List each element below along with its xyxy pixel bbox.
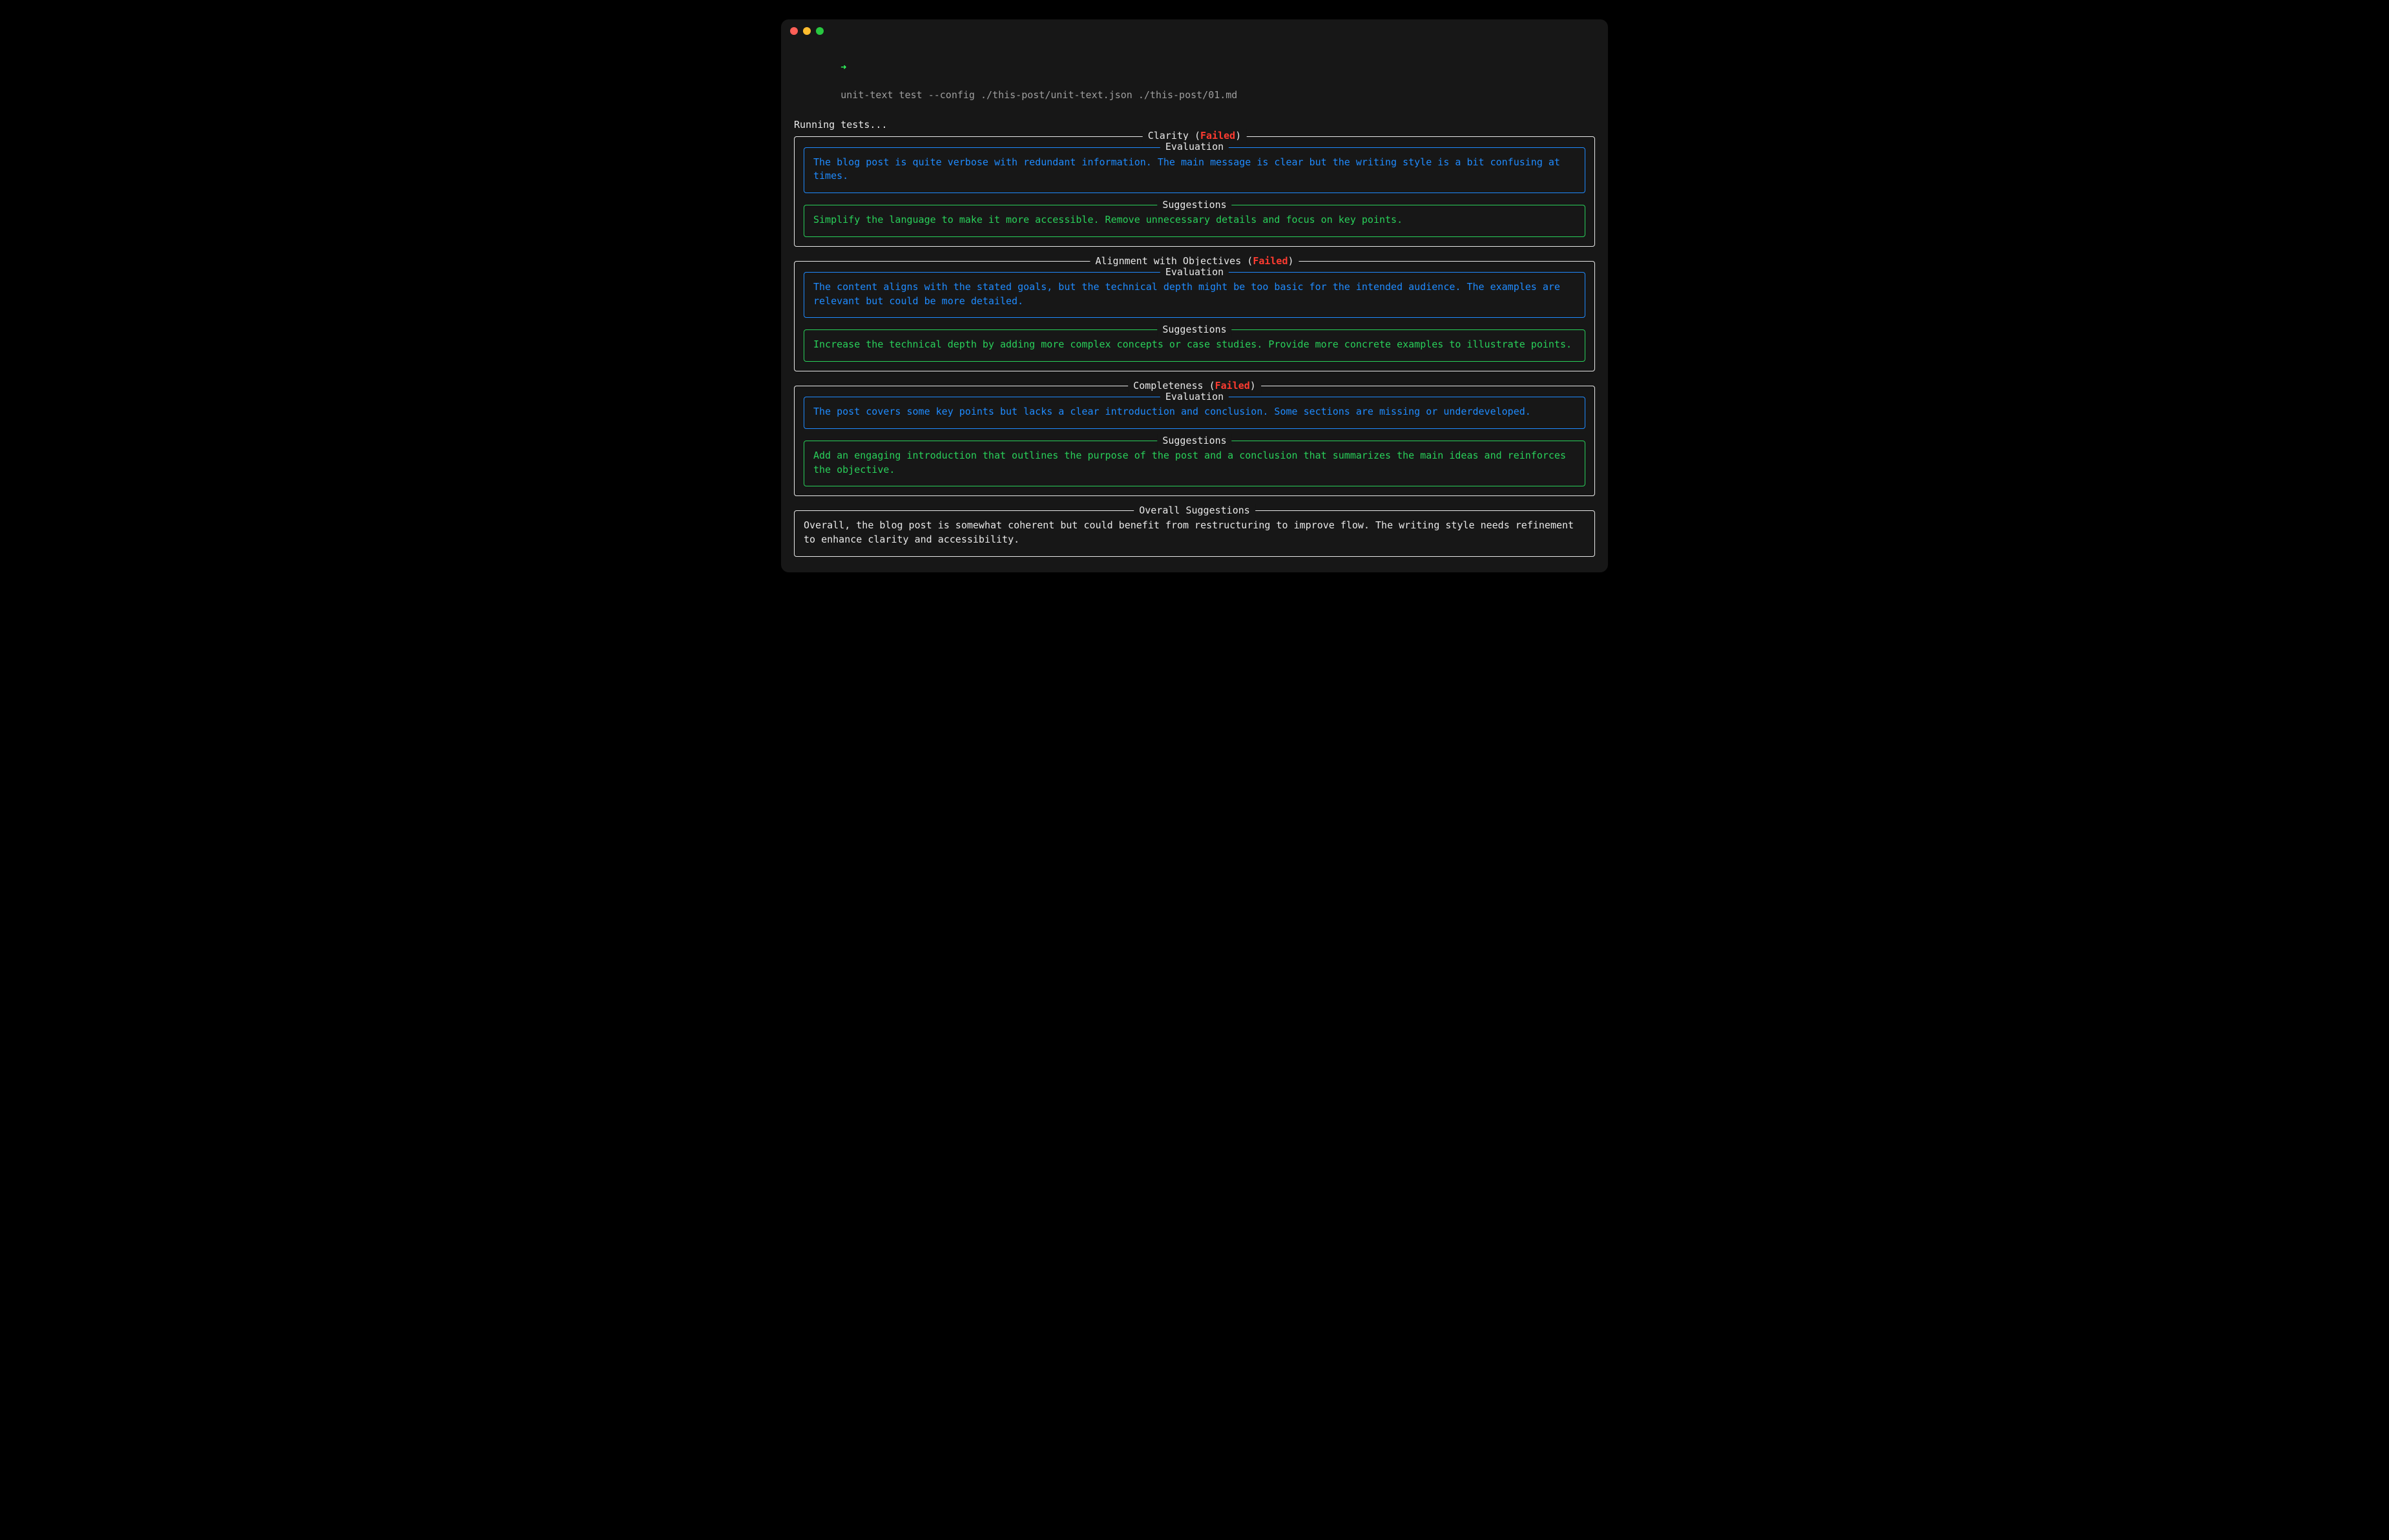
suggestions-panel: Suggestions Add an engaging introduction… [804, 441, 1585, 487]
section-completeness: Completeness (Failed) Evaluation The pos… [794, 386, 1595, 496]
overall-text: Overall, the blog post is somewhat coher… [804, 519, 1585, 547]
evaluation-panel: Evaluation The post covers some key poin… [804, 397, 1585, 429]
evaluation-label: Evaluation [1160, 265, 1229, 280]
terminal-window: ➜ unit-text test --config ./this-post/un… [781, 19, 1608, 572]
suggestions-text: Increase the technical depth by adding m… [813, 338, 1576, 352]
overall-label: Overall Suggestions [1134, 504, 1255, 518]
titlebar [781, 19, 1608, 43]
close-icon[interactable] [790, 27, 798, 35]
section-clarity: Clarity (Failed) Evaluation The blog pos… [794, 136, 1595, 247]
evaluation-label: Evaluation [1160, 390, 1229, 404]
suggestions-panel: Suggestions Simplify the language to mak… [804, 205, 1585, 237]
evaluation-label: Evaluation [1160, 140, 1229, 154]
section-alignment: Alignment with Objectives (Failed) Evalu… [794, 261, 1595, 371]
prompt-arrow-icon: ➜ [840, 61, 846, 73]
suggestions-panel: Suggestions Increase the technical depth… [804, 329, 1585, 362]
overall-panel: Overall Suggestions Overall, the blog po… [794, 510, 1595, 557]
zoom-icon[interactable] [816, 27, 824, 35]
evaluation-text: The post covers some key points but lack… [813, 405, 1576, 419]
evaluation-panel: Evaluation The blog post is quite verbos… [804, 147, 1585, 194]
suggestions-label: Suggestions [1157, 434, 1231, 448]
evaluation-text: The content aligns with the stated goals… [813, 280, 1576, 309]
suggestions-label: Suggestions [1157, 323, 1231, 337]
minimize-icon[interactable] [803, 27, 811, 35]
suggestions-text: Add an engaging introduction that outlin… [813, 449, 1576, 477]
evaluation-panel: Evaluation The content aligns with the s… [804, 272, 1585, 318]
terminal-body: ➜ unit-text test --config ./this-post/un… [781, 43, 1608, 572]
evaluation-text: The blog post is quite verbose with redu… [813, 156, 1576, 184]
suggestions-label: Suggestions [1157, 198, 1231, 213]
suggestions-text: Simplify the language to make it more ac… [813, 213, 1576, 227]
command-text: unit-text test --config ./this-post/unit… [840, 89, 1237, 101]
prompt-line: ➜ unit-text test --config ./this-post/un… [794, 47, 1595, 117]
section-status: Failed [1253, 255, 1288, 267]
